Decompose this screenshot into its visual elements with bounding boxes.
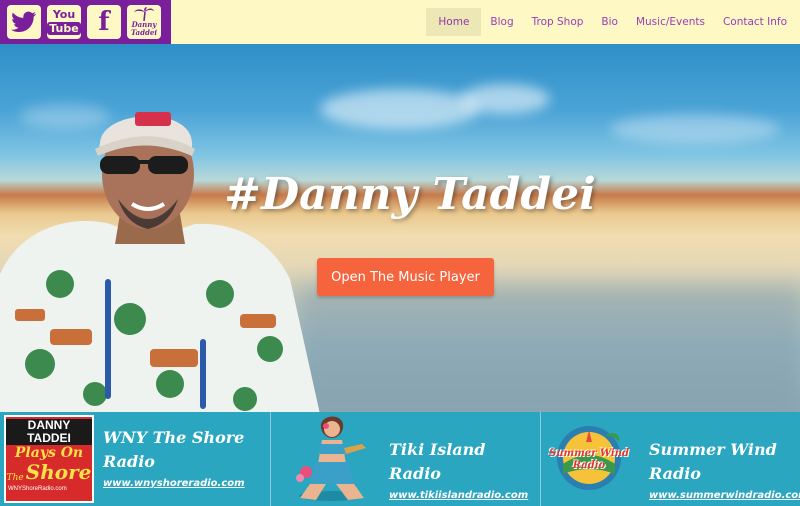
- summer-wind-logo-text-2: Radio: [572, 460, 606, 471]
- palm-tree-icon: [134, 7, 154, 21]
- summer-wind-logo: Summer Wind Radio: [547, 424, 631, 492]
- station-summer-wind[interactable]: Summer Wind Radio Summer Wind Radio www.…: [541, 412, 800, 506]
- social-links: You Tube f Danny Taddei: [0, 0, 171, 44]
- hero-banner: #Danny Taddei Open The Music Player: [0, 44, 800, 412]
- station-name: Tiki Island Radio: [389, 440, 486, 483]
- cloud: [320, 89, 480, 129]
- station-tiki-island[interactable]: Tiki Island Radio www.tikiislandradio.co…: [271, 412, 541, 506]
- facebook-icon: f: [98, 7, 110, 37]
- station-name: WNY The Shore: [103, 428, 245, 447]
- station-url[interactable]: www.summerwindradio.com: [649, 490, 800, 501]
- twitter-link[interactable]: [7, 5, 41, 39]
- station-wny-shore[interactable]: DANNY TADDEI Plays On The Shore WNYShore…: [0, 412, 271, 506]
- water-reflection: [300, 284, 800, 412]
- radio-stations: DANNY TADDEI Plays On The Shore WNYShore…: [0, 412, 800, 506]
- station-url[interactable]: www.tikiislandradio.com: [389, 490, 540, 501]
- nav-music-events[interactable]: Music/Events: [627, 8, 714, 36]
- tiki-island-text: Tiki Island Radio www.tikiislandradio.co…: [389, 438, 540, 501]
- wny-logo-line-2: TADDEI: [6, 432, 92, 445]
- wny-logo-line-5: Shore: [25, 460, 92, 484]
- station-name-line-2: Radio: [103, 452, 155, 471]
- cloud: [610, 114, 780, 144]
- nav-contact-info[interactable]: Contact Info: [714, 8, 800, 36]
- youtube-link[interactable]: You Tube: [47, 5, 81, 39]
- cloud: [460, 84, 550, 114]
- summer-wind-text: Summer Wind Radio www.summerwindradio.co…: [649, 438, 800, 501]
- facebook-link[interactable]: f: [87, 5, 121, 39]
- person-photo: [0, 112, 320, 412]
- hero-title: #Danny Taddei: [224, 169, 596, 220]
- summer-wind-logo-text-1: Summer Wind: [549, 448, 629, 459]
- youtube-icon-bottom: Tube: [47, 22, 81, 35]
- wny-logo-line-4: The: [6, 473, 24, 483]
- nav-bio[interactable]: Bio: [592, 8, 627, 36]
- wny-logo-footer: WNYShoreRadio.com: [8, 486, 67, 492]
- nav-blog[interactable]: Blog: [481, 8, 522, 36]
- wny-shore-logo: DANNY TADDEI Plays On The Shore WNYShore…: [4, 415, 94, 503]
- wny-shore-text: WNY The Shore Radio www.wnyshoreradio.co…: [103, 426, 245, 489]
- top-bar: You Tube f Danny Taddei Home Blog Trop S…: [0, 0, 800, 44]
- main-nav: Home Blog Trop Shop Bio Music/Events Con…: [426, 8, 800, 36]
- station-name: Summer Wind Radio: [649, 440, 777, 483]
- nav-trop-shop[interactable]: Trop Shop: [523, 8, 593, 36]
- brand-logo-link[interactable]: Danny Taddei: [127, 5, 161, 39]
- youtube-icon-top: You: [52, 8, 76, 21]
- twitter-icon: [11, 11, 37, 32]
- nav-home[interactable]: Home: [426, 8, 482, 36]
- brand-line-2: Taddei: [131, 28, 157, 37]
- open-music-player-button[interactable]: Open The Music Player: [317, 258, 494, 296]
- tiki-island-logo: [296, 416, 366, 501]
- wny-logo-line-3: Plays On: [14, 445, 84, 461]
- station-url[interactable]: www.wnyshoreradio.com: [103, 478, 245, 489]
